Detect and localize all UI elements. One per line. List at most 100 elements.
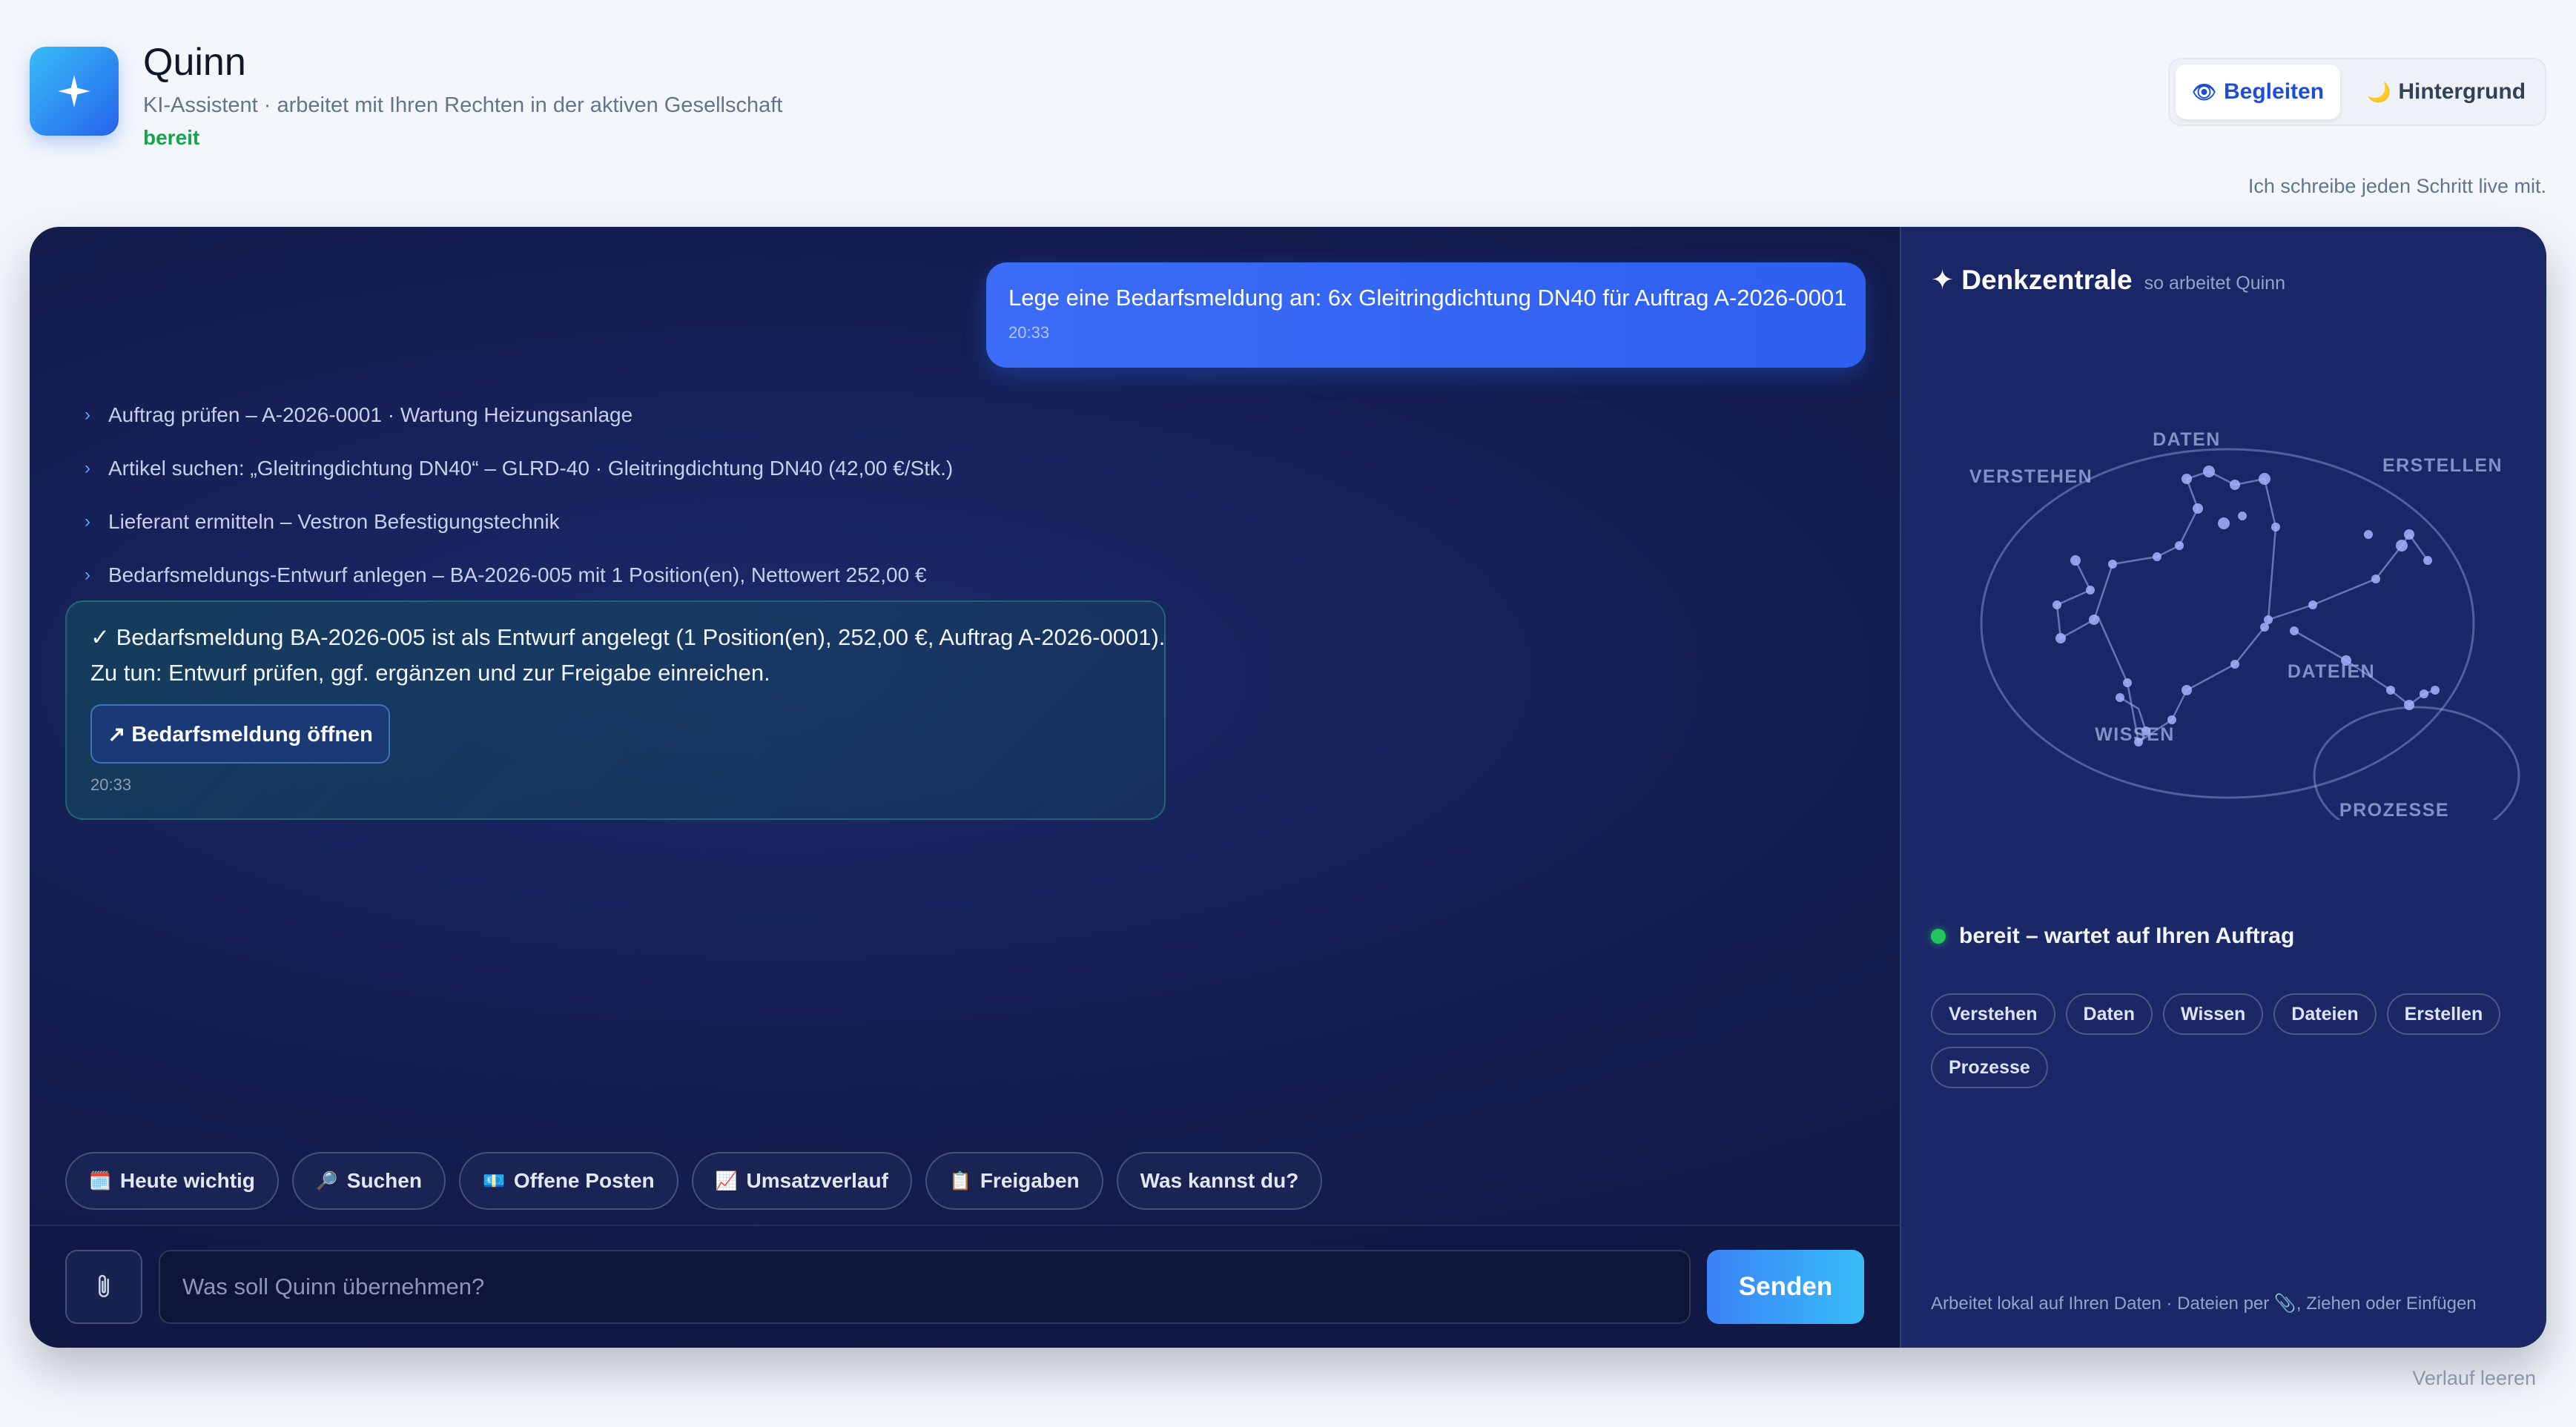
user-message-text: Lege eine Bedarfsmeldung an: 6x Gleitrin… [1008,285,1847,311]
constellation-node [2108,560,2117,569]
constellation-node [2364,530,2373,539]
user-message: Lege eine Bedarfsmeldung an: 6x Gleitrin… [986,262,1866,368]
constellation-node [2238,511,2247,520]
tag-dateien: Dateien [2273,993,2377,1035]
status-badge: bereit [143,126,200,149]
constellation-node [2260,623,2269,632]
constellation-label: PROZESSE [2339,800,2449,820]
mode-hintergrund-button[interactable]: 🌙 Hintergrund [2346,64,2546,119]
step-item: › Auftrag prüfen – A-2026-0001 · Wartung … [85,388,953,442]
constellation-edge [2096,615,2265,744]
side-title: ✦ Denkzentrale so arbeitet Quinn [1931,264,2285,296]
constellation-label: DATEIEN [2288,661,2375,682]
result-text: ✓ Bedarfsmeldung BA-2026-005 ist als Ent… [90,624,1166,650]
constellation-node [2423,556,2432,565]
constellation-node [2086,586,2095,595]
moon-icon: 🌙 [2367,80,2391,103]
quick-action-label: Freigaben [980,1169,1080,1192]
clear-history-link[interactable]: Verlauf leeren [2412,1367,2536,1390]
constellation-node [2371,575,2380,583]
constellation-node [2153,552,2161,561]
tag-verstehen: Verstehen [1931,993,2055,1035]
constellation-label: DATEN [2153,429,2221,450]
live-note: Ich schreibe jeden Schritt live mit. [2248,175,2546,197]
step-item: › Bedarfsmeldungs-Entwurf anlegen – BA-20… [85,549,953,602]
eye-icon: 👁 [2191,80,2216,103]
constellation-node [2404,529,2414,540]
mode-label: Begleiten [2224,79,2325,104]
step-item: › Lieferant ermitteln – Vestron Befestigu… [85,495,953,549]
chevron-right-icon: › [85,565,90,585]
constellation-node [2290,626,2299,635]
constellation-node [2308,600,2317,609]
constellation-node [2259,473,2270,485]
constellation-node [2116,693,2124,702]
quick-actions: 🗓️ Heute wichtig 🔎 Suchen 💶 Offene Posten 📈… [65,1152,1323,1210]
tag-wissen: Wissen [2162,993,2264,1035]
send-button[interactable]: Senden [1707,1250,1864,1324]
assistant-status-text: bereit – wartet auf Ihren Auftrag [1959,924,2295,948]
constellation-graph: DATEN VERSTEHEN ERSTELLEN DATEIEN WISSEN… [1969,429,2520,820]
constellation-node [2420,689,2428,698]
step-text: Artikel suchen: „Gleitringdichtung DN40“… [108,457,954,480]
attach-button[interactable] [65,1250,142,1324]
step-list: › Auftrag prüfen – A-2026-0001 · Wartung … [85,388,953,602]
constellation-node [2396,540,2408,552]
constellation-label: ERSTELLEN [2382,455,2503,476]
constellation-node [2070,555,2081,566]
quick-action-label: Umsatzverlauf [746,1169,888,1192]
step-item: › Artikel suchen: „Gleitringdichtung DN40… [85,442,953,495]
constellation-node [2230,480,2240,490]
constellation-label: VERSTEHEN [1969,466,2093,487]
mode-toggle: 👁 Begleiten 🌙 Hintergrund [2168,58,2546,126]
constellation-node [2230,660,2239,669]
clipboard-icon: 📋 [948,1171,971,1191]
app-title: Quinn [143,41,246,84]
thinking-center: ✦ Denkzentrale so arbeitet Quinn DATEN V… [1900,227,2546,1348]
search-icon: 🔎 [315,1171,338,1191]
chat-area: Lege eine Bedarfsmeldung an: 6x Gleitrin… [30,227,1900,1348]
quick-action-was-kannst-du[interactable]: Was kannst du? [1116,1152,1323,1210]
open-bedarfsmeldung-button[interactable]: ↗ Bedarfsmeldung öffnen [90,704,390,764]
tag-erstellen: Erstellen [2386,993,2501,1035]
mode-label: Hintergrund [2398,79,2526,104]
mode-begleiten-button[interactable]: 👁 Begleiten [2176,64,2340,119]
sparkle-icon [30,47,119,136]
chevron-right-icon: › [85,405,90,425]
constellation-node [2182,685,2192,695]
constellation-node [2089,615,2099,625]
chevron-right-icon: › [85,511,90,532]
chevron-right-icon: › [85,458,90,478]
quick-action-freigaben[interactable]: 📋 Freigaben [925,1152,1103,1210]
constellation-node [2271,523,2280,532]
quick-action-label: Suchen [346,1169,422,1192]
constellation-node [2404,700,2414,710]
quick-action-label: Heute wichtig [119,1169,255,1192]
constellation-node [2218,517,2230,529]
side-footer-note: Arbeitet lokal auf Ihren Daten · Dateien… [1931,1294,2477,1314]
composer: Was soll Quinn übernehmen? Senden [30,1225,1900,1348]
result-card: ✓ Bedarfsmeldung BA-2026-005 ist als Ent… [65,600,1166,820]
constellation-node [2175,541,2184,550]
chart-icon: 📈 [715,1171,738,1191]
quick-action-offene-posten[interactable]: 💶 Offene Posten [458,1152,678,1210]
quick-action-heute-wichtig[interactable]: 🗓️ Heute wichtig [65,1152,279,1210]
assistant-panel: Lege eine Bedarfsmeldung an: 6x Gleitrin… [30,227,2546,1348]
money-icon: 💶 [482,1171,505,1191]
message-input[interactable]: Was soll Quinn übernehmen? [159,1250,1691,1324]
quick-action-label: Was kannst du? [1140,1169,1299,1192]
quick-action-suchen[interactable]: 🔎 Suchen [291,1152,446,1210]
step-text: Auftrag prüfen – A-2026-0001 · Wartung H… [108,403,633,426]
result-todo: Zu tun: Entwurf prüfen, ggf. ergänzen un… [90,660,770,686]
constellation-node [2203,466,2215,477]
status-dot-icon [1931,929,1946,944]
constellation-node [2055,633,2066,643]
constellation-node [2123,678,2132,687]
tag-daten: Daten [2065,993,2153,1035]
step-text: Lieferant ermitteln – Vestron Befestigun… [108,510,560,533]
quick-action-umsatzverlauf[interactable]: 📈 Umsatzverlauf [691,1152,912,1210]
constellation-node [2431,686,2440,695]
user-message-time: 20:33 [1008,323,1050,342]
step-text: Bedarfsmeldungs-Entwurf anlegen – BA-202… [108,563,927,586]
constellation-label: WISSEN [2095,724,2175,745]
